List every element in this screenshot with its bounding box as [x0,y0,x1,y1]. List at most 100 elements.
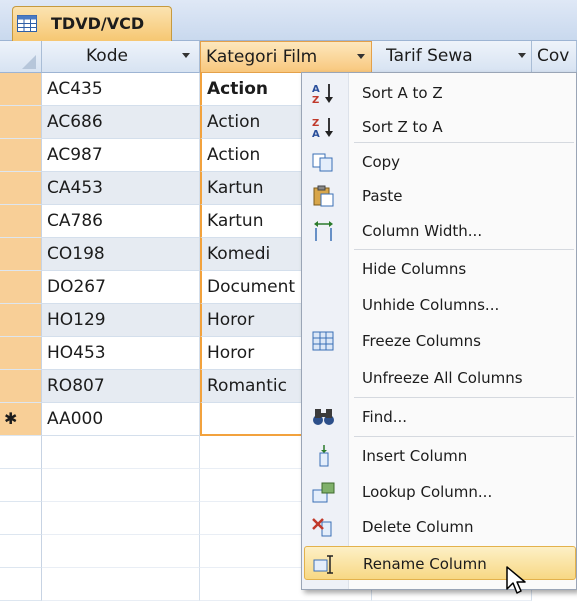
menu-item-label: Freeze Columns [362,332,481,350]
empty-cell [42,535,200,568]
empty-row-selector [0,436,42,469]
cell-text: Action [207,145,261,165]
svg-text:A: A [312,84,320,95]
cell-text: AC686 [47,112,103,132]
document-tab-bar: TDVD/VCD [0,0,577,41]
insert-column-icon [311,445,337,467]
table-tab[interactable]: TDVD/VCD [12,6,172,41]
menu-item-label: Hide Columns [362,260,467,278]
select-all-corner[interactable] [0,41,42,73]
menu-separator [354,436,574,437]
menu-item-sort-z-to-a[interactable]: Z A Sort Z to A [304,110,576,144]
column-header-kategori-film[interactable]: Kategori Film [200,41,372,73]
row-selector[interactable] [0,271,42,304]
new-record-asterisk-icon: ✱ [4,409,18,428]
new-record-selector[interactable]: ✱ [0,403,42,436]
menu-item-insert-column[interactable]: Insert Column [304,439,576,473]
cell-text: Romantic [207,376,287,396]
svg-text:Z: Z [312,118,319,129]
row-selector[interactable] [0,139,42,172]
cell-text: Kartun [207,211,264,231]
cell-kode[interactable]: RO807 [42,370,200,403]
cell-kode[interactable]: AA000 [42,403,200,436]
access-datasheet-window: TDVD/VCD Kode Kategori Film Tarif Sewa C… [0,0,577,606]
menu-item-unfreeze-all-columns[interactable]: Unfreeze All Columns [304,361,576,395]
cell-kode[interactable]: CA786 [42,205,200,238]
menu-item-delete-column[interactable]: Delete Column [304,510,576,544]
cell-kode[interactable]: AC686 [42,106,200,139]
row-selector[interactable] [0,73,42,106]
find-binoculars-icon [311,406,337,428]
corner-triangle-icon [22,55,36,69]
menu-item-lookup-column[interactable]: Lookup Column... [304,475,576,509]
cell-text: HO453 [47,343,106,363]
menu-item-label: Sort Z to A [362,118,443,136]
column-header-label: Tarif Sewa [386,46,473,66]
cell-kode[interactable]: AC987 [42,139,200,172]
table-icon [17,15,37,32]
row-selector[interactable] [0,304,42,337]
column-header-cov[interactable]: Cov [532,41,577,73]
cell-text: Action [207,79,268,99]
svg-text:A: A [312,129,320,138]
cell-text: HO129 [47,310,106,330]
menu-item-copy[interactable]: Copy [304,145,576,179]
dropdown-arrow-icon[interactable] [518,53,526,58]
menu-item-hide-columns[interactable]: Hide Columns [304,252,576,286]
menu-item-column-width[interactable]: Column Width... [304,214,576,248]
menu-item-label: Delete Column [362,518,474,536]
row-selector[interactable] [0,205,42,238]
empty-row-selector [0,535,42,568]
cell-text: Kartun [207,178,264,198]
cell-text: CA786 [47,211,103,231]
lookup-column-icon [311,481,337,503]
cell-text: AA000 [47,409,104,429]
empty-cell [42,436,200,469]
menu-item-label: Find... [362,408,408,426]
rename-column-icon [312,553,338,575]
menu-item-label: Insert Column [362,447,468,465]
menu-item-label: Lookup Column... [362,483,493,501]
row-selector[interactable] [0,370,42,403]
row-selector[interactable] [0,337,42,370]
column-header-tarif-sewa[interactable]: Tarif Sewa [372,41,532,73]
cell-text: Document [207,277,296,297]
sort-z-a-icon: ZA [311,116,337,140]
cell-kode[interactable]: AC435 [42,73,200,106]
cell-text: CA453 [47,178,103,198]
menu-item-unhide-columns[interactable]: Unhide Columns... [304,288,576,322]
cell-kode[interactable]: DO267 [42,271,200,304]
cell-kode[interactable]: CO198 [42,238,200,271]
menu-item-rename-column[interactable]: Rename Column [304,546,576,580]
paste-icon [311,185,337,207]
column-header-label: Kategori Film [206,47,318,67]
menu-item-find[interactable]: Find... [304,400,576,434]
cell-kode[interactable]: CA453 [42,172,200,205]
dropdown-arrow-icon[interactable] [357,54,365,59]
column-header-kode[interactable]: Kode [42,41,200,73]
menu-item-paste[interactable]: Paste [304,179,576,213]
menu-item-label: Copy [362,153,401,171]
row-selector[interactable] [0,172,42,205]
menu-item-freeze-columns[interactable]: Freeze Columns [304,324,576,358]
cell-text: Horor [207,310,255,330]
cell-text: Action [207,112,261,132]
empty-row-selector [0,568,42,601]
menu-separator [354,249,574,250]
menu-item-label: Unfreeze All Columns [362,369,523,387]
row-selector[interactable] [0,106,42,139]
cell-text: Horor [207,343,255,363]
column-width-icon [311,220,337,242]
menu-item-sort-a-to-z[interactable]: A Z Sort A to Z [304,76,576,110]
dropdown-arrow-icon[interactable] [182,53,190,58]
cell-kode[interactable]: HO453 [42,337,200,370]
row-selector[interactable] [0,238,42,271]
empty-cell [42,502,200,535]
table-tab-label: TDVD/VCD [51,14,145,33]
menu-separator [354,397,574,398]
delete-column-icon [311,516,337,538]
column-context-menu: A Z Sort A to Z Z A Sort Z to A Copy Paste Colum… [301,72,577,590]
cell-text: CO198 [47,244,105,264]
cell-kode[interactable]: HO129 [42,304,200,337]
empty-cell [42,469,200,502]
